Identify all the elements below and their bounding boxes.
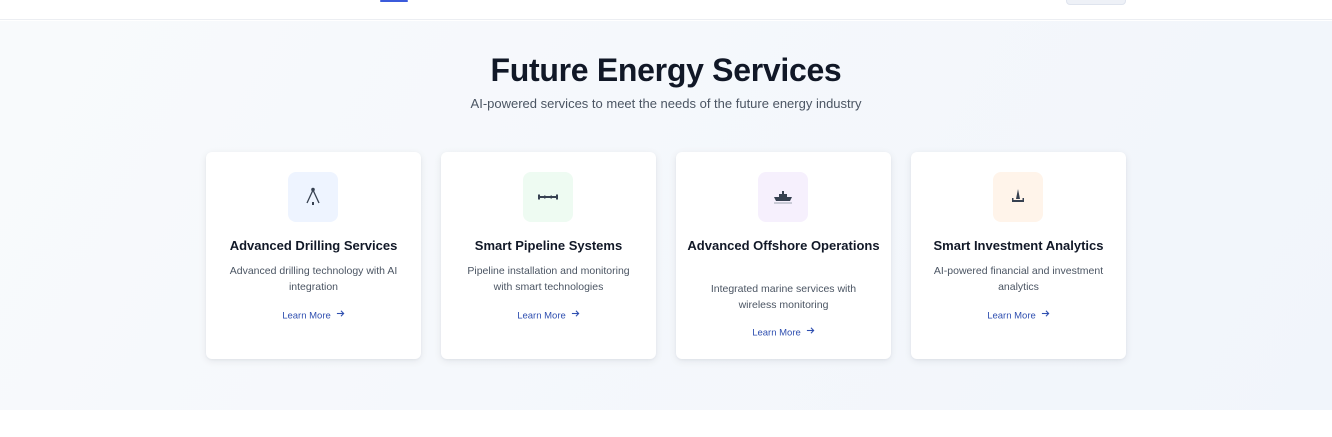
service-card-pipeline: Smart Pipeline Systems Pipeline installa…	[441, 152, 656, 359]
learn-more-label: Learn More	[752, 327, 801, 339]
arrow-right-icon	[336, 309, 345, 323]
card-description: Integrated marine services with wireless…	[710, 283, 857, 311]
drilling-rig-icon	[288, 172, 338, 222]
top-nav-bar	[0, 0, 1332, 20]
active-nav-indicator	[380, 0, 408, 2]
services-section: Future Energy Services AI-powered servic…	[0, 21, 1332, 410]
learn-more-label: Learn More	[987, 310, 1036, 322]
section-subtitle: AI-powered services to meet the needs of…	[470, 96, 862, 111]
learn-more-label: Learn More	[282, 310, 331, 322]
card-description: Advanced drilling technology with AI int…	[229, 265, 398, 293]
card-description: AI-powered financial and investment anal…	[933, 265, 1104, 293]
card-title: Advanced Drilling Services	[229, 238, 398, 253]
page-footer-gap	[0, 410, 1332, 437]
card-title: Advanced Offshore Operations	[687, 238, 880, 253]
service-card-investment: Smart Investment Analytics AI-powered fi…	[911, 152, 1126, 359]
service-card-offshore: Advanced Offshore Operations Integrated …	[676, 152, 891, 359]
card-description: Pipeline installation and monitoring wit…	[467, 265, 630, 293]
arrow-right-icon	[1041, 309, 1050, 323]
pipeline-icon	[523, 172, 573, 222]
nav-action-button[interactable]	[1066, 0, 1126, 5]
learn-more-link[interactable]: Learn More	[441, 309, 656, 324]
learn-more-link[interactable]: Learn More	[206, 309, 421, 324]
arrow-right-icon	[571, 309, 580, 323]
learn-more-link[interactable]: Learn More	[676, 326, 891, 341]
section-title: Future Energy Services	[490, 52, 842, 88]
service-card-drilling: Advanced Drilling Services Advanced dril…	[206, 152, 421, 359]
learn-more-label: Learn More	[517, 310, 566, 322]
arrow-right-icon	[806, 326, 815, 340]
oil-platform-icon	[993, 172, 1043, 222]
offshore-ship-icon	[758, 172, 808, 222]
learn-more-link[interactable]: Learn More	[911, 309, 1126, 324]
card-title: Smart Pipeline Systems	[474, 238, 623, 253]
card-title: Smart Investment Analytics	[933, 238, 1104, 253]
